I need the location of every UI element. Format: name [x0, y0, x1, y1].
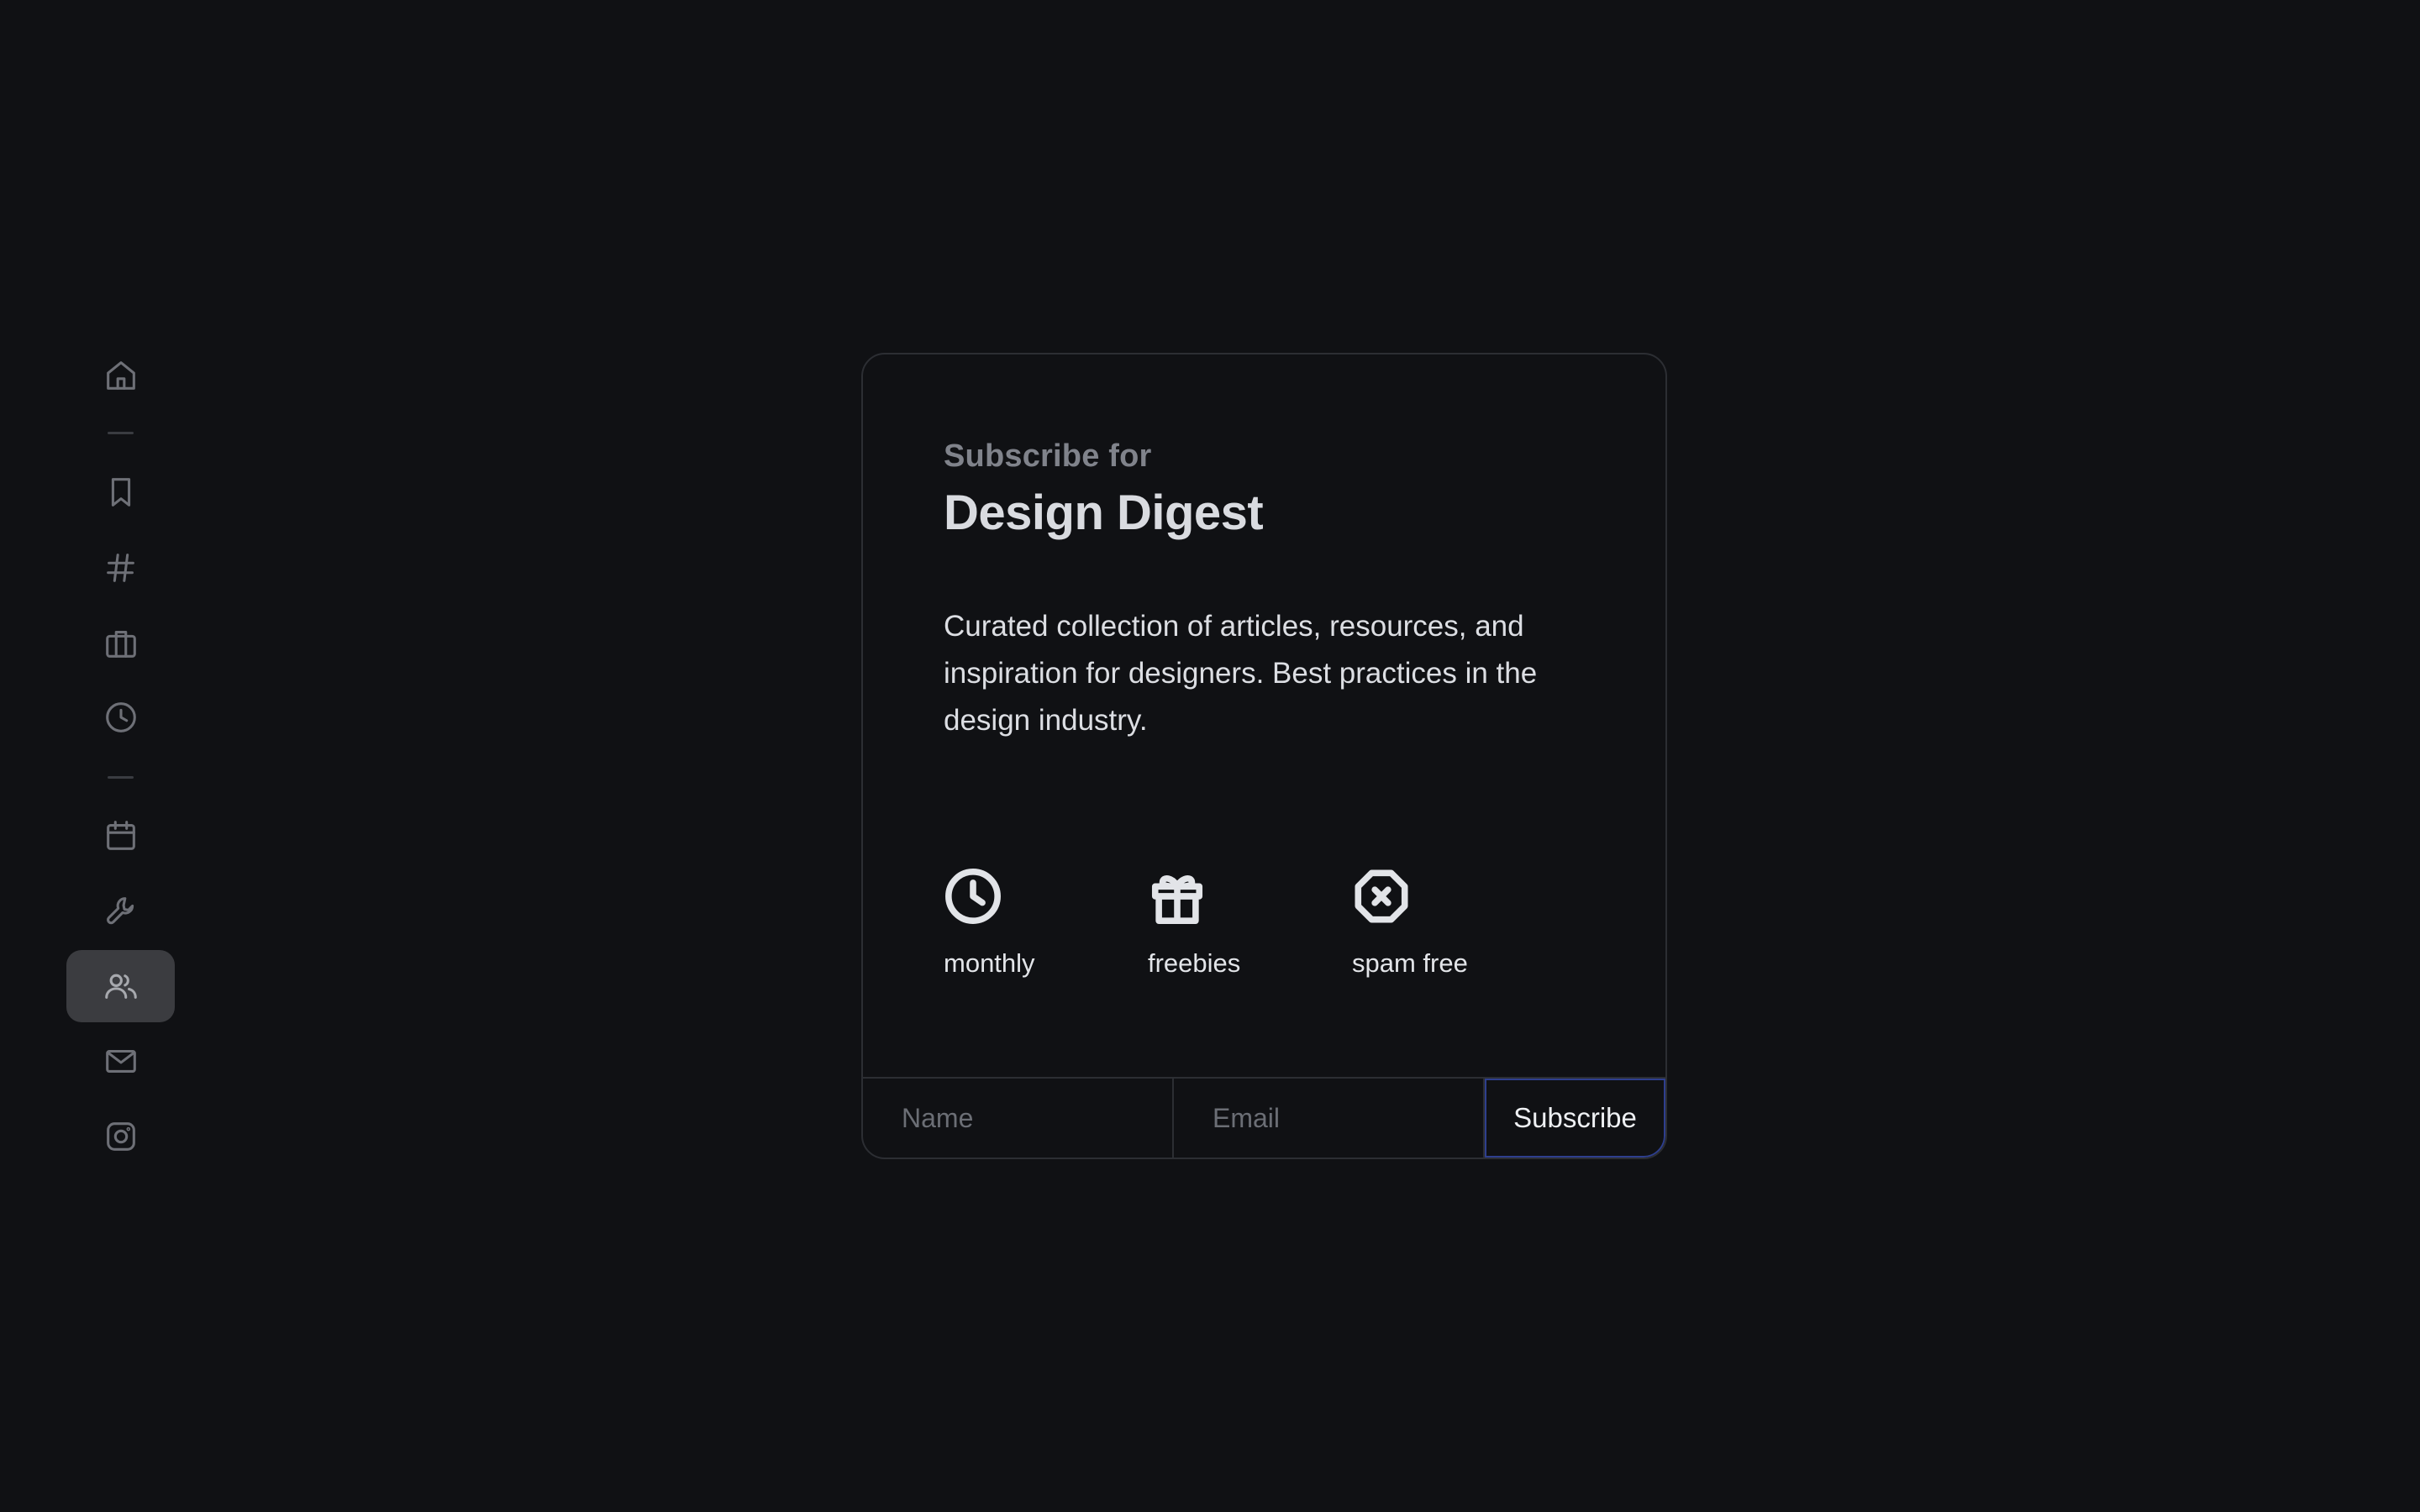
sidebar-item-instagram[interactable] [66, 1100, 175, 1173]
feature-label: monthly [944, 948, 1035, 978]
gift-icon [1148, 867, 1207, 930]
sidebar-item-history[interactable] [66, 681, 175, 753]
subscribe-button[interactable]: Subscribe [1485, 1079, 1665, 1158]
feature-label: spam free [1352, 948, 1468, 978]
clock-icon [105, 702, 136, 732]
instagram-icon [106, 1122, 135, 1151]
card-description: Curated collection of articles, resource… [944, 610, 1538, 737]
card-title: Design Digest [944, 486, 1264, 540]
sidebar [66, 0, 175, 1512]
email-field-wrapper [1174, 1079, 1485, 1158]
name-input[interactable] [900, 1101, 1172, 1135]
name-field-wrapper [863, 1079, 1174, 1158]
subscribe-form: Subscribe [863, 1077, 1665, 1158]
sidebar-item-community[interactable] [66, 950, 175, 1022]
feature-spam-free: spam free [1352, 867, 1468, 979]
octagon-x-icon [1352, 867, 1411, 930]
sidebar-item-home[interactable] [66, 339, 175, 412]
feature-freebies: freebies [1148, 867, 1240, 979]
hash-icon [106, 554, 134, 582]
sidebar-item-mail[interactable] [66, 1025, 175, 1097]
sidebar-item-tags[interactable] [66, 532, 175, 604]
sidebar-divider [108, 432, 134, 434]
sidebar-item-bookmarks[interactable] [66, 456, 175, 528]
mail-icon [105, 1049, 136, 1073]
feature-monthly: monthly [944, 867, 1035, 979]
sidebar-item-work[interactable] [66, 607, 175, 680]
subscribe-card: Subscribe for Design Digest Curated coll… [861, 353, 1667, 1159]
briefcase-icon [105, 631, 136, 658]
bookmark-icon [111, 478, 130, 507]
wrench-icon [106, 897, 134, 925]
sidebar-divider [108, 776, 134, 779]
feature-label: freebies [1148, 948, 1241, 978]
sidebar-item-tools[interactable] [66, 874, 175, 947]
users-icon [104, 974, 137, 999]
sidebar-item-calendar[interactable] [66, 800, 175, 872]
home-icon [106, 361, 135, 390]
card-kicker: Subscribe for [944, 438, 1152, 474]
email-input[interactable] [1211, 1101, 1483, 1135]
calendar-icon [106, 821, 135, 850]
clock-icon [944, 867, 1002, 930]
